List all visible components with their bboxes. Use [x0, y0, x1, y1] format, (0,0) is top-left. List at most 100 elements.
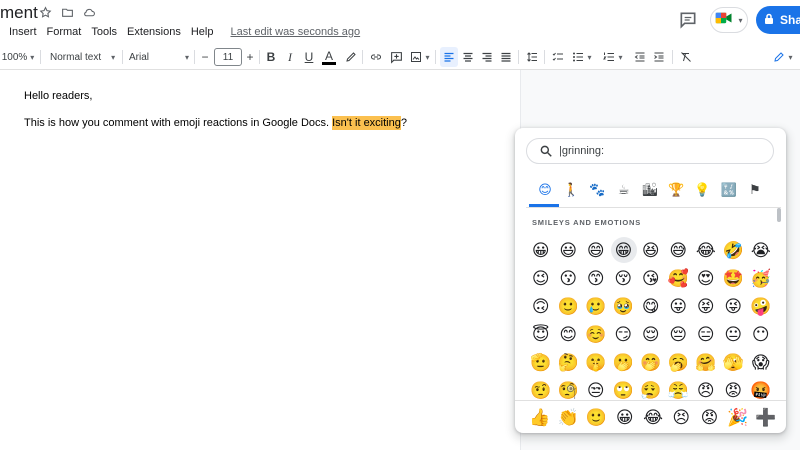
emoji-option[interactable]: 🤫: [582, 348, 610, 376]
emoji-option[interactable]: 🥳: [747, 264, 775, 292]
emoji-option[interactable]: 🤩: [720, 264, 748, 292]
emoji-option[interactable]: 🫢: [610, 348, 638, 376]
cloud-saved-icon[interactable]: [82, 5, 96, 19]
recent-emoji[interactable]: 😀: [612, 404, 638, 430]
emoji-search-input[interactable]: |grinning:: [526, 138, 774, 164]
align-right-button[interactable]: [479, 47, 495, 67]
emoji-option[interactable]: 😄: [582, 236, 610, 264]
category-tab-food[interactable]: ☕: [614, 180, 634, 200]
recent-emoji[interactable]: 🙂: [584, 404, 610, 430]
emoji-option[interactable]: 🙂: [555, 292, 583, 320]
emoji-option[interactable]: 😂: [692, 236, 720, 264]
add-comment-button[interactable]: [388, 47, 404, 67]
emoji-option[interactable]: 🥱: [665, 348, 693, 376]
justify-button[interactable]: [498, 47, 514, 67]
align-left-button[interactable]: [440, 47, 458, 67]
meet-button[interactable]: ▾: [710, 7, 748, 33]
increase-font-size-button[interactable]: +: [243, 47, 257, 67]
document-title[interactable]: ment: [0, 3, 38, 23]
emoji-option[interactable]: 🤪: [747, 292, 775, 320]
emoji-option[interactable]: 🫡: [527, 348, 555, 376]
text-color-button[interactable]: A: [321, 47, 337, 67]
menu-help[interactable]: Help: [186, 25, 219, 39]
emoji-option[interactable]: 😆: [637, 236, 665, 264]
share-button[interactable]: Shar: [756, 6, 800, 34]
emoji-option[interactable]: 😌: [637, 320, 665, 348]
emoji-option[interactable]: 😙: [582, 264, 610, 292]
category-tab-flags[interactable]: ⚑: [745, 180, 765, 200]
emoji-option[interactable]: 😍: [692, 264, 720, 292]
numbered-list-button[interactable]: ▾: [600, 47, 626, 67]
emoji-option[interactable]: ☺️: [582, 320, 610, 348]
move-folder-icon[interactable]: [60, 5, 74, 19]
add-reaction-button[interactable]: ➕: [753, 404, 779, 430]
editing-mode-button[interactable]: ▾: [768, 47, 798, 67]
emoji-option[interactable]: 😉: [527, 264, 555, 292]
emoji-option[interactable]: 🥹: [610, 292, 638, 320]
document-canvas[interactable]: Hello readers, This is how you comment w…: [0, 70, 520, 450]
emoji-option[interactable]: 😇: [527, 320, 555, 348]
recent-emoji[interactable]: 😡: [697, 404, 723, 430]
category-tab-objects[interactable]: 💡: [693, 180, 713, 200]
emoji-option[interactable]: 😀: [527, 236, 555, 264]
emoji-option[interactable]: 🙃: [527, 292, 555, 320]
emoji-option[interactable]: 😁: [610, 237, 637, 263]
category-tab-symbols[interactable]: 🔣: [719, 180, 739, 200]
recent-emoji[interactable]: 👏: [555, 404, 581, 430]
emoji-option[interactable]: 😋: [637, 292, 665, 320]
last-edit-link[interactable]: Last edit was seconds ago: [228, 25, 360, 39]
scrollbar-thumb[interactable]: [777, 208, 781, 222]
emoji-option[interactable]: 😗: [555, 264, 583, 292]
zoom-select[interactable]: 100% ▾: [0, 47, 36, 67]
emoji-option[interactable]: 🤗: [692, 348, 720, 376]
emoji-option[interactable]: 😶: [747, 320, 775, 348]
recent-emoji[interactable]: 👍: [527, 404, 553, 430]
insert-link-button[interactable]: [368, 47, 384, 67]
italic-button[interactable]: I: [283, 47, 297, 67]
decrease-font-size-button[interactable]: −: [198, 47, 212, 67]
decrease-indent-button[interactable]: [632, 47, 648, 67]
emoji-option[interactable]: 😏: [610, 320, 638, 348]
underline-button[interactable]: U: [302, 47, 316, 67]
highlighted-text[interactable]: Isn't it exciting: [332, 116, 401, 130]
emoji-option[interactable]: 😭: [747, 236, 775, 264]
emoji-option[interactable]: 🤔: [555, 348, 583, 376]
emoji-option[interactable]: 😃: [555, 236, 583, 264]
menu-insert[interactable]: Insert: [4, 25, 42, 39]
emoji-option[interactable]: 😜: [720, 292, 748, 320]
emoji-option[interactable]: 🤭: [637, 348, 665, 376]
emoji-option[interactable]: 😚: [610, 264, 638, 292]
recent-emoji[interactable]: 🎉: [725, 404, 751, 430]
emoji-option[interactable]: 😝: [692, 292, 720, 320]
category-tab-activities[interactable]: 🏆: [666, 180, 686, 200]
emoji-option[interactable]: 😛: [665, 292, 693, 320]
category-tab-smileys[interactable]: 😊: [535, 180, 555, 200]
checklist-button[interactable]: [550, 47, 566, 67]
emoji-option[interactable]: 🤣: [720, 236, 748, 264]
highlight-color-button[interactable]: [343, 47, 359, 67]
category-tab-travel[interactable]: 🏙: [640, 180, 660, 200]
emoji-option[interactable]: 😘: [637, 264, 665, 292]
emoji-option[interactable]: 😐: [720, 320, 748, 348]
star-icon[interactable]: [38, 5, 52, 19]
recent-emoji[interactable]: 😣: [668, 404, 694, 430]
comment-history-button[interactable]: [678, 10, 698, 30]
menu-extensions[interactable]: Extensions: [122, 25, 186, 39]
menu-tools[interactable]: Tools: [86, 25, 122, 39]
emoji-option[interactable]: 😅: [665, 236, 693, 264]
emoji-option[interactable]: 😑: [692, 320, 720, 348]
font-size-field[interactable]: 11: [213, 47, 243, 67]
clear-formatting-button[interactable]: [678, 47, 694, 67]
category-tab-people[interactable]: 🚶: [561, 180, 581, 200]
emoji-option[interactable]: 😱: [747, 348, 775, 376]
menu-format[interactable]: Format: [42, 25, 87, 39]
category-tab-animals[interactable]: 🐾: [588, 180, 608, 200]
recent-emoji[interactable]: 😂: [640, 404, 666, 430]
bulleted-list-button[interactable]: ▾: [569, 47, 595, 67]
emoji-option[interactable]: 🥲: [582, 292, 610, 320]
emoji-option[interactable]: 😊: [555, 320, 583, 348]
line-spacing-button[interactable]: [523, 47, 541, 67]
bold-button[interactable]: B: [264, 47, 278, 67]
emoji-option[interactable]: 😔: [665, 320, 693, 348]
emoji-option[interactable]: 🥰: [665, 264, 693, 292]
